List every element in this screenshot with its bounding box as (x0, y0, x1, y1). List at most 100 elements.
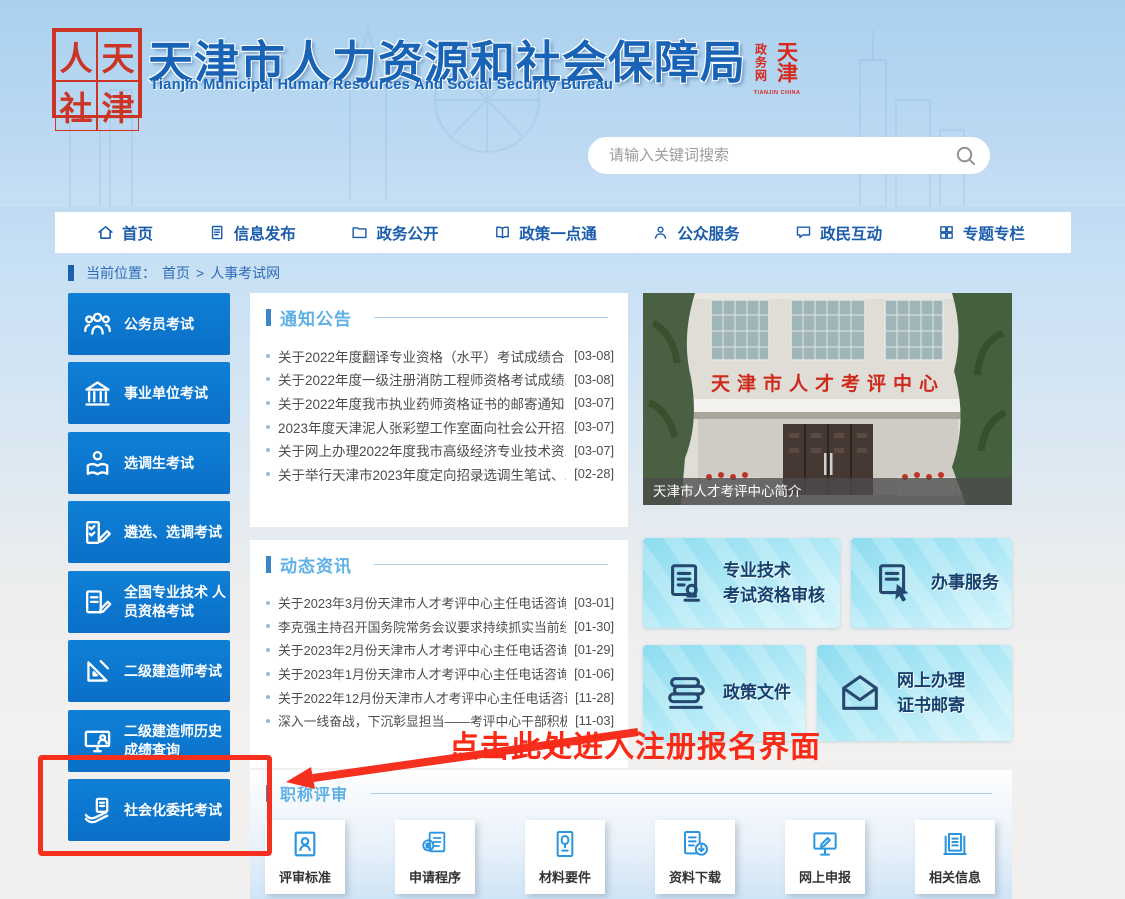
nav-item-label: 专题专栏 (963, 222, 1025, 244)
books-icon (663, 670, 709, 716)
news-item[interactable]: 关于2023年1月份天津市人才考评中心主任电话咨询接... [01-06] (266, 662, 614, 686)
news-item[interactable]: 关于2022年12月份天津市人才考评中心主任电话咨询... [11-28] (266, 685, 614, 709)
stamp-caption: TIANJIN CHINA (748, 90, 806, 96)
sidebar-item-public-institution-exam[interactable]: 事业单位考试 (68, 362, 230, 424)
notice-panel: 通知公告 关于2022年度翻译专业资格（水平）考试成绩合... [03-08] … (250, 293, 628, 527)
review-item-label: 相关信息 (929, 867, 981, 886)
notice-item[interactable]: 关于网上办理2022年度我市高级经济专业技术资... [03-07] (266, 438, 614, 462)
checklist-icon (82, 517, 113, 548)
setsquare-icon (82, 656, 113, 687)
review-item-label: 申请程序 (409, 867, 461, 886)
notice-item-date: [03-07] (574, 419, 614, 434)
notice-item-text: 关于2022年度翻译专业资格（水平）考试成绩合... (278, 346, 566, 366)
breadcrumb-prefix: 当前位置： (86, 263, 156, 283)
notice-item-date: [03-08] (574, 372, 614, 387)
section-title-bar (266, 785, 271, 802)
news-item[interactable]: 关于2023年2月份天津市人才考评中心主任电话咨询接... [01-29] (266, 638, 614, 662)
doc-stack-icon (939, 828, 971, 860)
annotation-text: 点击此处进入注册报名界面 (449, 722, 821, 766)
review-item-online-declare[interactable]: 网上申报 (785, 820, 865, 894)
review-item-download[interactable]: 资料下载 (655, 820, 735, 894)
people-icon (82, 309, 113, 340)
notice-item[interactable]: 关于2022年度一级注册消防工程师资格考试成绩... [03-08] (266, 368, 614, 392)
sidebar-item-label: 选调生考试 (124, 454, 194, 473)
sidebar-item-label: 二级建造师考试 (124, 662, 222, 681)
review-panel: 职称评审 评审标准 申请程序 材料要件 资料下载 网上申报 (250, 770, 1012, 899)
news-item[interactable]: 李克强主持召开国务院常务会议要求持续抓实当前经... [01-30] (266, 615, 614, 639)
bullet-icon (266, 624, 270, 628)
center-photo[interactable]: 天津市人才考评中心 天津市人才考评中心简介 (643, 293, 1012, 505)
id-card-icon (289, 828, 321, 860)
notice-item[interactable]: 关于举行天津市2023年度定向招录选调生笔试、... [02-28] (266, 462, 614, 486)
notice-header: 通知公告 (250, 293, 628, 328)
sidebar-item-label: 二级建造师历史成绩查询 (124, 722, 226, 760)
news-item-date: [11-28] (575, 690, 614, 705)
news-list: 关于2023年3月份天津市人才考评中心主任电话咨询接... [03-01] 李克… (250, 575, 628, 733)
doc-stamp-icon (663, 560, 709, 606)
sidebar-item-selected-graduates-exam[interactable]: 选调生考试 (68, 432, 230, 494)
nav-item-home[interactable]: 首页 (97, 222, 153, 244)
breadcrumb: 当前位置： 首页 > 人事考试网 (68, 262, 286, 284)
nav-item-special-topics[interactable]: 专题专栏 (938, 222, 1025, 244)
breadcrumb-home[interactable]: 首页 (162, 263, 190, 283)
news-item-date: [01-06] (574, 666, 614, 681)
bullet-icon (266, 472, 270, 476)
nav-item-policy-guide[interactable]: 政策一点通 (494, 222, 597, 244)
news-item[interactable]: 关于2023年3月份天津市人才考评中心主任电话咨询接... [03-01] (266, 591, 614, 615)
notice-list: 关于2022年度翻译专业资格（水平）考试成绩合... [03-08] 关于202… (250, 328, 628, 486)
service-card-certificate-mailing[interactable]: 网上办理 证书邮寄 (817, 645, 1012, 741)
bullet-icon (266, 601, 270, 605)
nav-item-label: 政策一点通 (519, 222, 597, 244)
sidebar-item-selection-transfer-exam[interactable]: 遴选、选调考试 (68, 501, 230, 563)
tjrs-seal-logo: 人 天 社 津 (52, 28, 142, 118)
notice-item[interactable]: 关于2022年度我市执业药师资格证书的邮寄通知 [03-07] (266, 391, 614, 415)
doc-apply-icon (419, 828, 451, 860)
nav-item-info-release[interactable]: 信息发布 (209, 222, 296, 244)
search-icon[interactable] (954, 144, 977, 167)
site-subtitle: Tianjin Municipal Human Resources And So… (150, 77, 613, 93)
notice-item-text: 2023年度天津泥人张彩塑工作室面向社会公开招... (278, 417, 566, 437)
nav-item-label: 政民互动 (820, 222, 882, 244)
sidebar-item-label: 事业单位考试 (124, 384, 208, 403)
nav-item-interaction[interactable]: 政民互动 (795, 222, 882, 244)
header-banner: 人 天 社 津 天津市人力资源和社会保障局 Tianjin Municipal … (0, 0, 1125, 207)
review-item-materials[interactable]: 材料要件 (525, 820, 605, 894)
review-items: 评审标准 申请程序 材料要件 资料下载 网上申报 相关信息 (265, 820, 995, 894)
nav-item-public-service[interactable]: 公众服务 (652, 222, 739, 244)
sidebar-item-social-commissioned-exam[interactable]: 社会化委托考试 (68, 779, 230, 841)
review-item-standards[interactable]: 评审标准 (265, 820, 345, 894)
notice-item-text: 关于2022年度一级注册消防工程师资格考试成绩... (278, 369, 566, 389)
sidebar-item-civil-service-exam[interactable]: 公务员考试 (68, 293, 230, 355)
grid-icon (938, 224, 955, 241)
review-title: 职称评审 (280, 781, 348, 805)
notice-item-date: [02-28] (574, 466, 614, 481)
doc-hand-icon (871, 560, 917, 606)
bullet-icon (266, 648, 270, 652)
review-item-procedure[interactable]: 申请程序 (395, 820, 475, 894)
service-card-services[interactable]: 办事服务 (851, 538, 1012, 628)
service-card-qualification-review[interactable]: 专业技术 考试资格审核 (643, 538, 840, 628)
service-card-label: 考试资格审核 (723, 583, 825, 609)
notice-item-text: 关于2022年度我市执业药师资格证书的邮寄通知 (278, 393, 566, 413)
stamp-left-text: 政务网 (753, 36, 770, 88)
notice-item[interactable]: 关于2022年度翻译专业资格（水平）考试成绩合... [03-08] (266, 344, 614, 368)
doc-download-icon (679, 828, 711, 860)
sidebar-item-national-professional-qualification-exam[interactable]: 全国专业技术 人员资格考试 (68, 571, 230, 633)
news-item-date: [01-30] (574, 619, 614, 634)
sidebar-item-level2-constructor-history-scores[interactable]: 二级建造师历史成绩查询 (68, 710, 230, 772)
review-item-related-info[interactable]: 相关信息 (915, 820, 995, 894)
doc-pencil-icon (82, 587, 113, 618)
book-icon (494, 224, 511, 241)
folder-icon (351, 224, 368, 241)
building-illustration: 天津市人才考评中心 (643, 293, 1012, 505)
news-item-date: [03-01] (574, 595, 614, 610)
sidebar-item-level2-constructor-exam[interactable]: 二级建造师考试 (68, 640, 230, 702)
search-input[interactable] (588, 137, 990, 174)
search-bar (588, 137, 990, 174)
nav-item-gov-affairs[interactable]: 政务公开 (351, 222, 438, 244)
bullet-icon (266, 695, 270, 699)
notice-item[interactable]: 2023年度天津泥人张彩塑工作室面向社会公开招... [03-07] (266, 415, 614, 439)
seal-char: 社 (55, 81, 97, 131)
notice-item-date: [03-07] (574, 395, 614, 410)
service-card-label: 政策文件 (723, 680, 791, 706)
